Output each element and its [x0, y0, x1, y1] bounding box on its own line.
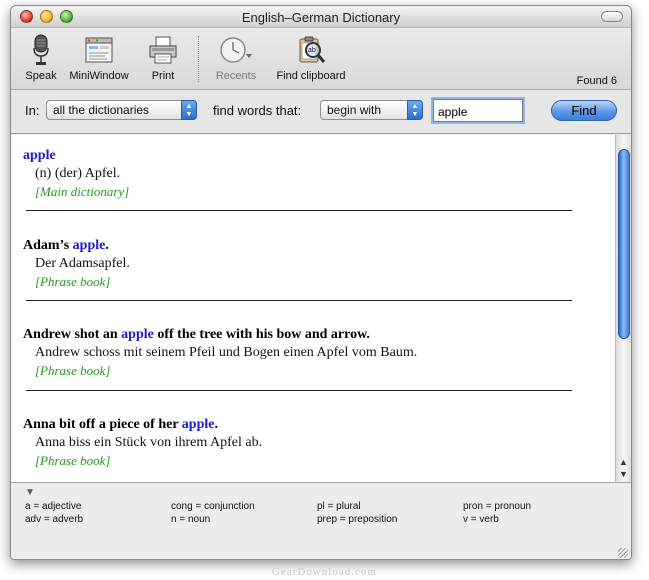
result-entry[interactable]: Anna bit off a piece of her apple. Anna …: [23, 417, 583, 469]
find-button[interactable]: Find: [551, 100, 617, 121]
result-entry[interactable]: Andrew shot an apple off the tree with h…: [23, 327, 583, 379]
in-label: In:: [25, 103, 40, 118]
clock-icon: [211, 34, 261, 66]
result-source: [Phrase book]: [35, 363, 111, 378]
result-divider: [26, 390, 572, 391]
result-headline: Anna bit off a piece of her apple.: [23, 417, 218, 432]
updown-arrows-icon: ▲ ▼: [407, 100, 423, 120]
result-entry[interactable]: Adam’s apple. Der Adamsapfel. [Phrase bo…: [23, 238, 583, 290]
match-highlight: apple: [23, 148, 56, 163]
toolbar-separator: [198, 36, 199, 82]
find-clipboard-button[interactable]: ab Find clipboard: [269, 34, 353, 82]
updown-arrows-icon: ▲ ▼: [181, 100, 197, 120]
legend-item: cong = conjunction: [171, 501, 255, 512]
print-button[interactable]: Print: [145, 34, 181, 82]
scroll-thumb[interactable]: [618, 149, 630, 339]
match-mode-value: begin with: [327, 103, 382, 117]
result-count: Found 6: [576, 75, 617, 87]
result-translation: Der Adamsapfel.: [35, 256, 130, 271]
result-headline: apple: [23, 148, 583, 164]
resize-grip-icon[interactable]: [618, 548, 628, 558]
legend-item: prep = preposition: [317, 514, 398, 525]
dictionary-select[interactable]: all the dictionaries ▲ ▼: [46, 100, 197, 120]
disclosure-triangle-icon[interactable]: ▼: [25, 487, 35, 498]
toolbar: Speak MiniWindow Print Recents ab Find c…: [11, 28, 631, 90]
results-scrollbar[interactable]: ▲ ▼: [615, 135, 631, 482]
recents-button[interactable]: Recents: [211, 34, 261, 82]
legend-item: a = adjective: [25, 501, 82, 512]
miniwindow-label: MiniWindow: [69, 70, 129, 82]
search-input[interactable]: [433, 99, 523, 122]
match-highlight: apple: [121, 327, 154, 342]
microphone-icon: [19, 34, 63, 66]
result-translation: (n) (der) Apfel.: [35, 166, 121, 181]
printer-icon: [145, 34, 181, 66]
scroll-down-arrow-icon[interactable]: ▼: [619, 469, 628, 479]
clipboard-magnifier-icon: ab: [269, 34, 353, 66]
legend-item: adv = adverb: [25, 514, 84, 525]
legend-item: pron = pronoun: [463, 501, 532, 512]
result-translation: Andrew schoss mit seinem Pfeil und Bogen…: [35, 345, 418, 360]
results-list: apple (n) (der) Apfel. [Main dictionary]…: [11, 135, 615, 482]
legend-item: n = noun: [171, 514, 211, 525]
result-headline: Andrew shot an apple off the tree with h…: [23, 327, 370, 342]
svg-text:ab: ab: [308, 47, 316, 54]
window-title: English–German Dictionary: [241, 10, 401, 25]
recents-label: Recents: [215, 70, 257, 82]
watermark: GearDownload.com: [272, 566, 377, 578]
result-source: [Main dictionary]: [35, 184, 130, 199]
find-clipboard-label: Find clipboard: [276, 70, 346, 82]
abbreviation-legend: ▼ a = adjective cong = conjunction pl = …: [11, 482, 631, 559]
legend-item: v = verb: [463, 514, 499, 525]
miniwindow-button[interactable]: MiniWindow: [66, 34, 132, 82]
find-words-label: find words that:: [213, 103, 302, 118]
legend-item: pl = plural: [317, 501, 361, 512]
match-mode-select[interactable]: begin with ▲ ▼: [320, 100, 423, 120]
match-highlight: apple: [181, 417, 215, 432]
scroll-up-arrow-icon[interactable]: ▲: [619, 457, 628, 467]
result-headline: Adam’s apple.: [23, 238, 109, 253]
dictionary-select-value: all the dictionaries: [53, 103, 150, 117]
result-entry[interactable]: apple (n) (der) Apfel. [Main dictionary]: [23, 148, 583, 200]
title-bar: English–German Dictionary: [11, 6, 631, 28]
print-label: Print: [151, 70, 175, 82]
match-highlight: apple: [72, 238, 106, 253]
toolbar-toggle-button[interactable]: [601, 11, 623, 22]
speak-button[interactable]: Speak: [19, 34, 63, 82]
search-bar: In: all the dictionaries ▲ ▼ find words t…: [11, 90, 631, 134]
result-translation: Anna biss ein Stück von ihrem Apfel ab.: [35, 435, 263, 450]
result-source: [Phrase book]: [35, 453, 111, 468]
mini-window-icon: [66, 34, 132, 66]
dictionary-window: English–German Dictionary Speak MiniWind…: [10, 5, 632, 560]
result-source: [Phrase book]: [35, 274, 111, 289]
result-divider: [26, 300, 572, 301]
speak-label: Speak: [25, 70, 57, 82]
result-divider: [26, 210, 572, 211]
